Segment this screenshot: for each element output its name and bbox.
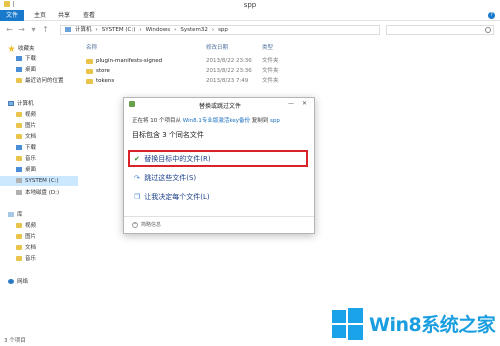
path-drive[interactable]: SYSTEM (C:) — [102, 26, 136, 34]
status-item-count: 3 个项目 — [4, 338, 26, 344]
conflict-heading: 目标包含 3 个同名文件 — [132, 131, 204, 139]
path-windows[interactable]: Windows — [146, 26, 171, 34]
checkmark-icon: ✔ — [134, 155, 140, 163]
column-name[interactable]: 名称 — [86, 43, 97, 51]
nav-videos[interactable]: 视频 — [16, 110, 36, 120]
tab-view[interactable]: 查看 — [83, 10, 95, 21]
compare-files-icon: ❐ — [134, 193, 141, 201]
drive-icon — [16, 190, 22, 195]
nav-lib-music[interactable]: 音乐 — [16, 254, 36, 264]
nav-computer[interactable]: 计算机 — [8, 99, 34, 109]
column-date[interactable]: 修改日期 — [206, 43, 228, 51]
ribbon-tabs: 文件 主页 共享 查看 ? — [0, 10, 500, 21]
path-system32[interactable]: System32 — [180, 26, 208, 34]
path-spp[interactable]: spp — [218, 26, 228, 34]
copy-progress-text: 正在将 10 个项目从 Win8.1专业版激活key备份 复制到 spp — [132, 118, 280, 124]
nav-computer-desktop[interactable]: 桌面 — [16, 165, 36, 175]
nav-favorites[interactable]: 收藏夹 — [8, 44, 35, 54]
skip-arrow-icon: ↷ — [134, 174, 140, 182]
watermark: Win8系统之家 — [332, 306, 498, 340]
recent-dropdown-icon[interactable]: ▾ — [29, 25, 38, 34]
decide-each-file-option[interactable]: ❐ 让我决定每个文件(L) — [134, 192, 210, 202]
folder-icon — [86, 59, 93, 64]
music-icon — [16, 256, 22, 261]
search-input[interactable] — [386, 25, 494, 35]
search-icon — [485, 27, 491, 33]
file-row[interactable]: tokens 2013/8/23 7:49 文件夹 — [86, 77, 346, 86]
folder-icon — [86, 69, 93, 74]
drive-icon — [16, 178, 22, 183]
file-row[interactable]: plugin-manifests-signed 2013/8/22 23:36 … — [86, 57, 346, 66]
pictures-icon — [16, 234, 22, 239]
videos-icon — [16, 223, 22, 228]
skip-files-option[interactable]: ↷ 跳过这些文件(S) — [134, 173, 196, 183]
column-type[interactable]: 类型 — [262, 43, 273, 51]
divider — [124, 216, 314, 217]
nav-documents[interactable]: 文档 — [16, 132, 36, 142]
tab-file[interactable]: 文件 — [0, 10, 24, 21]
nav-lib-documents[interactable]: 文档 — [16, 243, 36, 253]
downloads-icon — [16, 56, 22, 61]
computer-icon — [8, 101, 14, 106]
forward-button[interactable]: → — [17, 25, 26, 34]
tab-home[interactable]: 主页 — [34, 10, 46, 21]
downloads-icon — [16, 145, 22, 150]
documents-icon — [16, 245, 22, 250]
nav-lib-videos[interactable]: 视频 — [16, 221, 36, 231]
library-icon — [8, 212, 14, 217]
windows-logo — [332, 308, 363, 340]
recent-places-icon — [16, 78, 22, 83]
music-icon — [16, 156, 22, 161]
replace-files-option[interactable]: ✔ 替换目标中的文件(R) — [134, 154, 211, 164]
nav-system-drive[interactable]: SYSTEM (C:) — [0, 176, 78, 186]
minimize-button[interactable]: — — [288, 100, 294, 107]
nav-recent-places[interactable]: 最近访问的位置 — [16, 76, 64, 86]
network-icon — [8, 279, 14, 284]
back-button[interactable]: ← — [5, 25, 14, 34]
title-bar: spp — [0, 0, 500, 10]
help-icon[interactable]: ? — [488, 12, 495, 19]
nav-pictures[interactable]: 图片 — [16, 121, 36, 131]
desktop-icon — [16, 67, 22, 72]
pictures-icon — [16, 123, 22, 128]
file-row[interactable]: store 2013/8/22 23:36 文件夹 — [86, 67, 346, 76]
window-title: spp — [243, 1, 257, 9]
close-button[interactable]: ✕ — [302, 100, 307, 107]
nav-library[interactable]: 库 — [8, 210, 23, 220]
star-icon — [8, 45, 15, 52]
path-computer[interactable]: 计算机 — [75, 26, 92, 34]
nav-lib-pictures[interactable]: 图片 — [16, 232, 36, 242]
nav-downloads[interactable]: 下载 — [16, 54, 36, 64]
destination-folder-link[interactable]: spp — [270, 118, 280, 124]
desktop-icon — [16, 167, 22, 172]
nav-desktop[interactable]: 桌面 — [16, 65, 36, 75]
address-bar[interactable]: 计算机 › SYSTEM (C:) › Windows › System32 ›… — [60, 25, 380, 35]
nav-local-disk-d[interactable]: 本地磁盘 (D:) — [16, 188, 59, 198]
computer-icon — [65, 27, 71, 32]
watermark-text: Win8系统之家 — [369, 314, 496, 336]
replace-or-skip-dialog: 替换或跳过文件 — ✕ 正在将 10 个项目从 Win8.1专业版激活key备份… — [123, 97, 315, 234]
fewer-details-toggle[interactable]: ^ 简略信息 — [132, 221, 161, 228]
chevron-up-icon: ^ — [132, 221, 138, 228]
documents-icon — [16, 134, 22, 139]
videos-icon — [16, 112, 22, 117]
up-button[interactable]: ↑ — [41, 25, 50, 34]
address-row: ← → ▾ ↑ 计算机 › SYSTEM (C:) › Windows › Sy… — [0, 22, 500, 38]
folder-icon — [86, 79, 93, 84]
nav-computer-downloads[interactable]: 下载 — [16, 143, 36, 153]
navigation-pane: 收藏夹 下载 桌面 最近访问的位置 计算机 视频 图片 文档 下载 音乐 桌面 … — [0, 40, 78, 335]
nav-music[interactable]: 音乐 — [16, 154, 36, 164]
source-folder-link[interactable]: Win8.1专业版激活key备份 — [183, 118, 250, 124]
tab-share[interactable]: 共享 — [58, 10, 70, 21]
nav-network[interactable]: 网络 — [8, 277, 28, 287]
